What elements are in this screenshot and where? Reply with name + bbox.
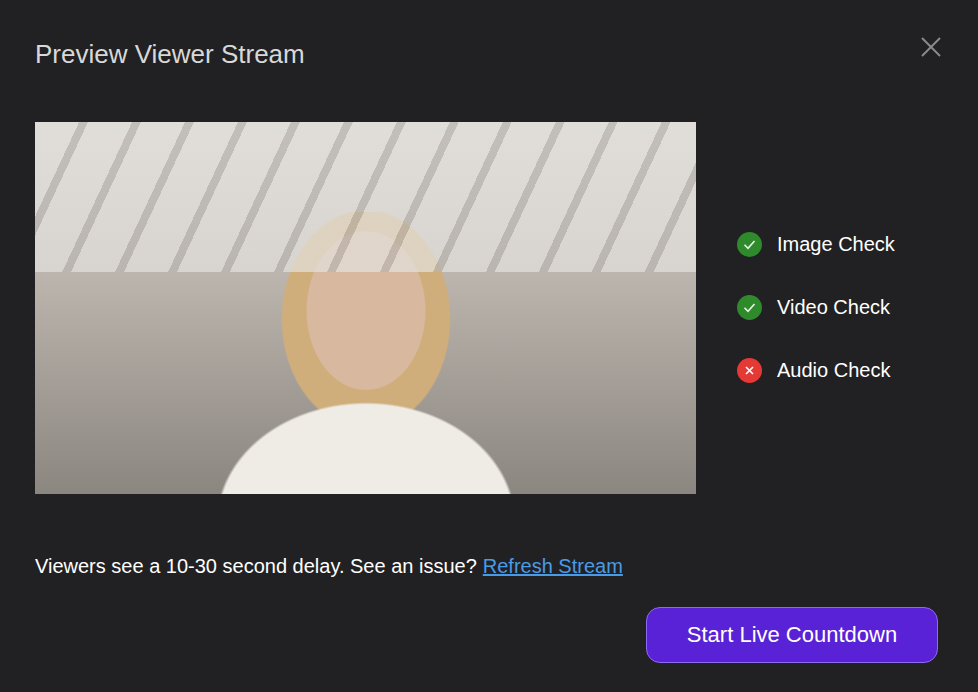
video-preview: [35, 122, 696, 494]
check-fail-icon: [737, 358, 762, 383]
close-icon: [920, 36, 942, 58]
check-list: Image Check Video Check Audio Check: [737, 122, 895, 494]
start-countdown-button[interactable]: Start Live Countdown: [646, 607, 938, 663]
dialog-body: Image Check Video Check Audio Check: [35, 122, 938, 494]
dialog-title: Preview Viewer Stream: [35, 36, 305, 72]
check-label: Image Check: [777, 233, 895, 256]
dialog-actions: Start Live Countdown: [35, 607, 938, 663]
delay-note: Viewers see a 10-30 second delay. See an…: [35, 552, 938, 580]
refresh-link[interactable]: Refresh Stream: [483, 555, 623, 577]
check-item: Image Check: [737, 224, 895, 264]
dialog-header: Preview Viewer Stream: [35, 36, 938, 72]
video-ceiling: [35, 122, 696, 272]
check-pass-icon: [737, 232, 762, 257]
check-pass-icon: [737, 295, 762, 320]
note-text: Viewers see a 10-30 second delay. See an…: [35, 555, 477, 577]
preview-dialog: Preview Viewer Stream Image Check Video …: [0, 0, 978, 692]
check-label: Audio Check: [777, 359, 890, 382]
close-button[interactable]: [920, 36, 942, 58]
check-label: Video Check: [777, 296, 890, 319]
check-item: Audio Check: [737, 350, 895, 390]
check-item: Video Check: [737, 287, 895, 327]
